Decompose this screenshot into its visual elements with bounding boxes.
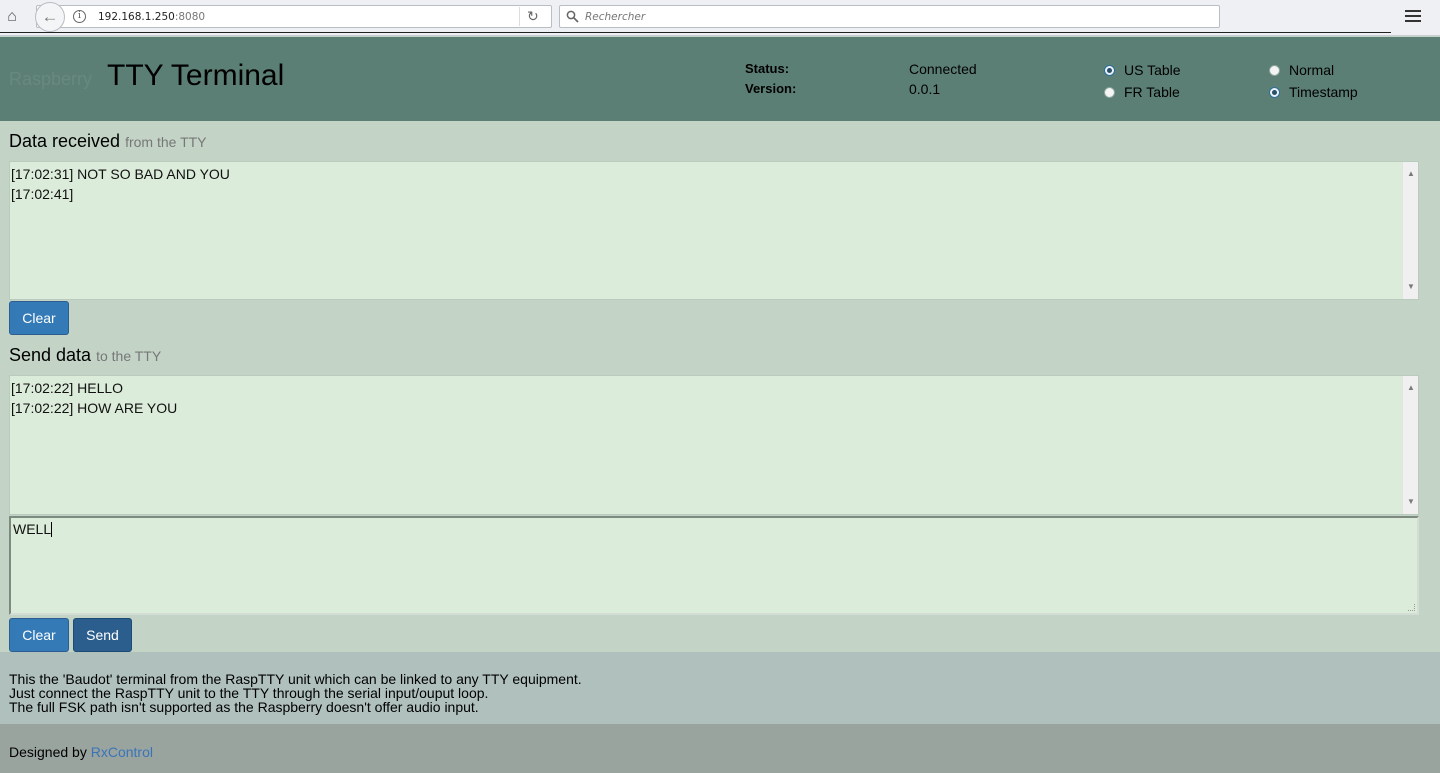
- info-icon[interactable]: i: [73, 10, 86, 23]
- send-title: Send data: [9, 345, 92, 365]
- url-port: :8080: [174, 11, 206, 23]
- received-title: Data received: [9, 131, 121, 151]
- info-line: This the 'Baudot' terminal from the Rasp…: [9, 671, 582, 687]
- radio-button[interactable]: [1269, 64, 1280, 76]
- radio-label: Normal: [1289, 62, 1335, 78]
- search-input[interactable]: [559, 5, 1220, 28]
- radio-fr-table[interactable]: FR Table: [1104, 84, 1180, 100]
- info-line: The full FSK path isn't supported as the…: [9, 699, 479, 715]
- info-line: Just connect the RaspTTY unit to the TTY…: [9, 685, 489, 701]
- scroll-up-icon[interactable]: ▲: [1407, 164, 1415, 184]
- scrollbar[interactable]: ▲ ▼: [1402, 162, 1418, 299]
- version-label: Version:: [745, 81, 797, 96]
- send-section-title: Send data to the TTY: [9, 345, 161, 366]
- footer-prefix: Designed by: [9, 744, 91, 760]
- page-title: TTY Terminal: [107, 59, 285, 92]
- url-host: 192.168.1.250: [98, 11, 175, 23]
- info-panel: This the 'Baudot' terminal from the Rasp…: [0, 652, 1440, 724]
- radio-us-table[interactable]: US Table: [1104, 62, 1181, 78]
- radio-label: FR Table: [1124, 84, 1180, 100]
- version-value: 0.0.1: [909, 81, 941, 97]
- home-icon[interactable]: ⌂: [3, 8, 21, 26]
- footer-link[interactable]: RxControl: [91, 744, 153, 760]
- url-divider: [519, 7, 520, 26]
- log-line: [17:02:31] NOT SO BAD AND YOU: [11, 166, 230, 182]
- scroll-down-icon[interactable]: ▼: [1407, 492, 1415, 512]
- brand-prefix: Raspberry: [9, 69, 93, 89]
- radio-button-selected[interactable]: [1104, 64, 1115, 76]
- send-input-value: WELL: [13, 521, 52, 537]
- send-subtitle: to the TTY: [96, 348, 162, 364]
- radio-timestamp[interactable]: Timestamp: [1269, 84, 1358, 100]
- status-label: Status:: [745, 61, 790, 76]
- app-header: Raspberry TTY Terminal Status: Connected…: [0, 37, 1440, 121]
- resize-grip-icon[interactable]: [1408, 604, 1415, 611]
- url-text[interactable]: 192.168.1.250:8080: [98, 11, 205, 23]
- log-line: [17:02:41]: [11, 186, 74, 202]
- search-icon: [566, 10, 579, 23]
- toolbar-divider: [0, 32, 1391, 33]
- received-log[interactable]: [17:02:31] NOT SO BAD AND YOU [17:02:41]…: [9, 161, 1419, 300]
- footer: Designed by RxControl: [0, 724, 1440, 773]
- radio-button-selected[interactable]: [1269, 86, 1280, 98]
- send-clear-button[interactable]: Clear: [9, 618, 69, 652]
- scroll-down-icon[interactable]: ▼: [1407, 277, 1415, 297]
- send-input[interactable]: WELL: [9, 516, 1419, 615]
- browser-toolbar: ⌂ ← i 192.168.1.250:8080 ↻ Rechercher: [0, 0, 1440, 36]
- text-caret: [51, 522, 53, 537]
- radio-label: Timestamp: [1289, 84, 1358, 100]
- log-line: [17:02:22] HOW ARE YOU: [11, 400, 178, 416]
- radio-button[interactable]: [1104, 86, 1115, 98]
- received-clear-button[interactable]: Clear: [9, 301, 69, 335]
- received-section-title: Data received from the TTY: [9, 131, 207, 152]
- sent-log[interactable]: [17:02:22] HELLO [17:02:22] HOW ARE YOU …: [9, 375, 1419, 515]
- radio-label: US Table: [1124, 62, 1181, 78]
- back-arrow-icon[interactable]: ←: [35, 2, 65, 32]
- search-placeholder: Rechercher: [585, 11, 646, 23]
- log-line: [17:02:22] HELLO: [11, 380, 124, 396]
- send-button[interactable]: Send: [73, 618, 132, 652]
- reload-icon[interactable]: ↻: [527, 9, 541, 23]
- status-value: Connected: [909, 61, 977, 77]
- radio-normal[interactable]: Normal: [1269, 62, 1334, 78]
- hamburger-menu-icon[interactable]: [1405, 10, 1421, 24]
- received-subtitle: from the TTY: [125, 134, 207, 150]
- scrollbar[interactable]: ▲ ▼: [1402, 376, 1418, 514]
- scroll-up-icon[interactable]: ▲: [1407, 378, 1415, 398]
